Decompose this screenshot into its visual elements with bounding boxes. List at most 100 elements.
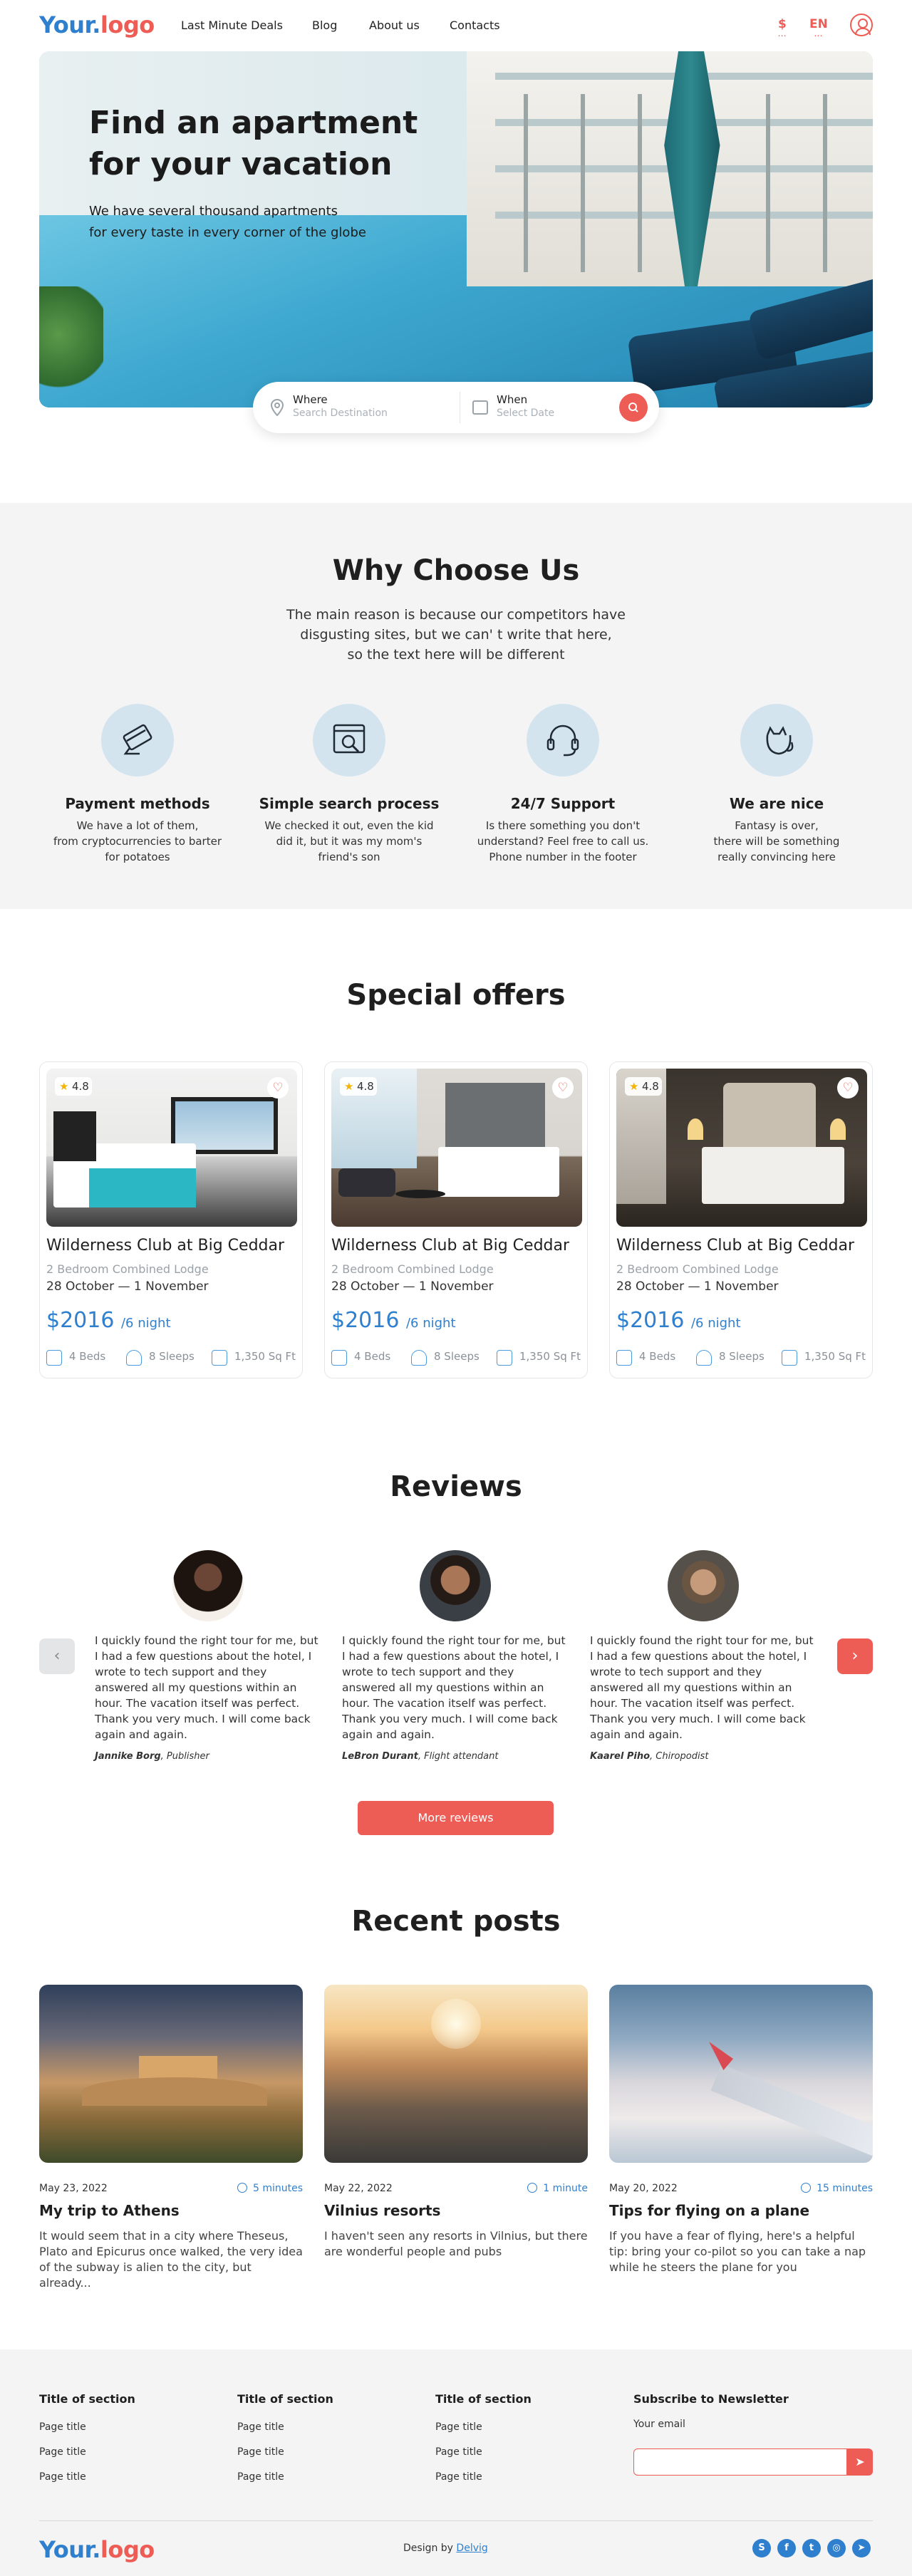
currency-selector[interactable]: $ ··· xyxy=(778,17,787,39)
hero-title: Find an apartment for your vacation xyxy=(89,105,418,182)
twitter-icon[interactable]: t xyxy=(802,2539,821,2557)
footer-column: Title of section Page title Page title P… xyxy=(435,2392,532,2483)
favorite-heart-icon[interactable]: ♡ xyxy=(267,1077,289,1099)
newsletter-email-input[interactable] xyxy=(633,2448,847,2476)
post-card[interactable]: May 22, 2022 1 minute Vilnius resorts I … xyxy=(324,1985,588,2258)
footer-link[interactable]: Page title xyxy=(39,2446,135,2458)
offer-card[interactable]: 4.8 ♡ Wilderness Club at Big Ceddar 2 Be… xyxy=(324,1061,588,1378)
newsletter-send-button[interactable]: ➤ xyxy=(847,2448,873,2476)
credit-card-icon xyxy=(101,704,174,777)
avatar xyxy=(668,1550,739,1621)
telegram-icon[interactable]: ➤ xyxy=(852,2539,871,2557)
reviews-prev-button[interactable]: ‹ xyxy=(39,1638,75,1674)
footer-link[interactable]: Page title xyxy=(237,2446,333,2458)
reviews-next-button[interactable]: › xyxy=(837,1638,873,1674)
footer-link[interactable]: Page title xyxy=(237,2471,333,2483)
area-icon xyxy=(497,1350,512,1366)
feature-we-are-nice: We are nice Fantasy is over, there will b… xyxy=(677,704,876,865)
footer-link[interactable]: Page title xyxy=(435,2446,532,2458)
post-image xyxy=(609,1985,873,2163)
site-header: Your.logo Last Minute Deals Blog About u… xyxy=(0,0,912,51)
language-selector[interactable]: EN ··· xyxy=(809,17,828,39)
offer-price: $2016 /6 night xyxy=(46,1308,171,1333)
post-card[interactable]: May 20, 2022 15 minutes Tips for flying … xyxy=(609,1985,873,2274)
cat-icon xyxy=(740,704,813,777)
headset-icon xyxy=(527,704,599,777)
bed-icon xyxy=(46,1350,62,1366)
where-field[interactable]: Where Search Destination xyxy=(293,393,388,419)
nav-about-us[interactable]: About us xyxy=(369,19,420,32)
post-image xyxy=(39,1985,303,2163)
nav-contacts[interactable]: Contacts xyxy=(450,19,500,32)
clock-icon: 15 minutes xyxy=(801,2183,873,2194)
rating-badge: 4.8 xyxy=(340,1077,377,1096)
posts-title: Recent posts xyxy=(351,1905,561,1938)
feature-simple-search: Simple search process We checked it out,… xyxy=(249,704,449,865)
rating-badge: 4.8 xyxy=(625,1077,662,1096)
site-footer: Title of section Page title Page title P… xyxy=(0,2349,912,2576)
favorite-heart-icon[interactable]: ♡ xyxy=(552,1077,574,1099)
footer-logo[interactable]: Your.logo xyxy=(39,2536,155,2563)
avatar xyxy=(172,1550,244,1621)
why-title: Why Choose Us xyxy=(332,554,580,587)
area-icon xyxy=(212,1350,227,1366)
why-choose-us-section: Why Choose Us The main reason is because… xyxy=(0,503,912,909)
nav-blog[interactable]: Blog xyxy=(312,19,337,32)
send-icon: ➤ xyxy=(855,2455,865,2468)
favorite-heart-icon[interactable]: ♡ xyxy=(837,1077,859,1099)
post-card[interactable]: May 23, 2022 5 minutes My trip to Athens… xyxy=(39,1985,303,2290)
hero-plant xyxy=(39,286,103,407)
reviews-title: Reviews xyxy=(390,1470,522,1503)
offer-card[interactable]: 4.8 ♡ Wilderness Club at Big Ceddar 2 Be… xyxy=(39,1061,303,1378)
user-account-icon[interactable] xyxy=(850,14,873,36)
skype-icon[interactable]: S xyxy=(752,2539,771,2557)
offer-image: 4.8 ♡ xyxy=(331,1069,582,1227)
when-field[interactable]: When Select Date xyxy=(497,393,554,419)
location-pin-icon xyxy=(270,399,284,416)
calendar-icon xyxy=(472,400,488,415)
hero-subtitle: We have several thousand apartments for e… xyxy=(89,204,366,240)
offer-image: 4.8 ♡ xyxy=(46,1069,297,1227)
clock-icon: 5 minutes xyxy=(237,2183,303,2194)
design-credit: Design by Delvig xyxy=(403,2543,488,2554)
footer-column: Title of section Page title Page title P… xyxy=(237,2392,333,2483)
instagram-icon[interactable]: ◎ xyxy=(827,2539,846,2557)
newsletter: Subscribe to Newsletter Your email ➤ xyxy=(633,2392,873,2476)
search-icon xyxy=(628,402,638,412)
search-bar: Where Search Destination When Select Dat… xyxy=(253,382,659,433)
nav-last-minute-deals[interactable]: Last Minute Deals xyxy=(181,19,283,32)
person-icon xyxy=(126,1350,142,1366)
hero-banner: Find an apartment for your vacation We ha… xyxy=(39,51,873,407)
facebook-icon[interactable]: f xyxy=(777,2539,796,2557)
offer-features: 4 Beds 8 Sleeps 1,350 Sq Ft xyxy=(46,1348,297,1366)
search-button[interactable] xyxy=(619,393,648,422)
offer-card[interactable]: 4.8 ♡ Wilderness Club at Big Ceddar 2 Be… xyxy=(609,1061,873,1378)
chevron-left-icon: ‹ xyxy=(53,1647,61,1665)
review-card: I quickly found the right tour for me, b… xyxy=(95,1550,321,1762)
footer-link[interactable]: Page title xyxy=(435,2421,532,2433)
browser-search-icon xyxy=(313,704,385,777)
footer-link[interactable]: Page title xyxy=(39,2471,135,2483)
person-icon xyxy=(411,1350,427,1366)
footer-column: Title of section Page title Page title P… xyxy=(39,2392,135,2483)
site-logo[interactable]: Your.logo xyxy=(39,11,155,38)
avatar xyxy=(420,1550,491,1621)
clock-icon: 1 minute xyxy=(527,2183,588,2194)
feature-support: 24/7 Support Is there something you don'… xyxy=(463,704,663,865)
more-reviews-button[interactable]: More reviews xyxy=(358,1801,554,1835)
bed-icon xyxy=(331,1350,347,1366)
person-icon xyxy=(696,1350,712,1366)
designer-link[interactable]: Delvig xyxy=(456,2543,487,2554)
why-subtitle: The main reason is because our competito… xyxy=(286,607,626,663)
offer-price: $2016 /6 night xyxy=(331,1308,456,1333)
footer-link[interactable]: Page title xyxy=(237,2421,333,2433)
footer-link[interactable]: Page title xyxy=(39,2421,135,2433)
post-image xyxy=(324,1985,588,2163)
offer-features: 4 Beds 8 Sleeps 1,350 Sq Ft xyxy=(331,1348,582,1366)
area-icon xyxy=(782,1350,797,1366)
chevron-right-icon: › xyxy=(851,1647,859,1665)
offers-title: Special offers xyxy=(346,979,566,1012)
offer-price: $2016 /6 night xyxy=(616,1308,741,1333)
feature-payment-methods: Payment methods We have a lot of them, fr… xyxy=(38,704,237,865)
footer-link[interactable]: Page title xyxy=(435,2471,532,2483)
